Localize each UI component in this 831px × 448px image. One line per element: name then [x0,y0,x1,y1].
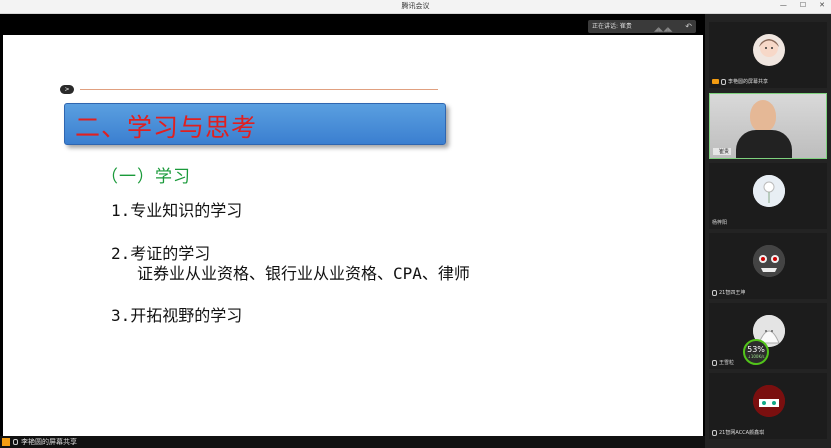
screen-share-icon [712,79,719,84]
mic-icon [712,289,717,296]
slide-item-1: 1.专业知识的学习 [111,201,243,220]
slide-bullet-icon: > [60,85,74,94]
participant-name: 崔贵 [713,148,732,155]
window-controls: — ☐ ✕ [780,1,825,9]
participant-name: 杨梓阳 [712,220,728,226]
slide-subtitle: （一）学习 [101,167,191,187]
avatar [753,175,785,207]
close-button[interactable]: ✕ [819,1,825,9]
slide-item-2-detail: 证券业从业资格、银行业从业资格、CPA、律师 [137,264,470,283]
screen-share-status[interactable]: 李艳圆的屏幕共享 [2,437,77,447]
mic-icon [721,78,726,85]
avatar [753,245,785,277]
window-title: 腾讯会议 [401,2,430,10]
participant-name: 21智网ACCA颜鑫琪 [712,429,764,436]
shared-screen-stage: 正在讲话: 崔贵 ◢◣◢◣ ↶ > 二、学习与思考 （一）学习 1.专业知识的学… [0,14,705,436]
participant-name: 王雪粒 [712,359,734,366]
bottom-bar: 李艳圆的屏幕共享 [0,436,705,448]
participant-tile[interactable]: 21智四王坤 [709,233,827,299]
slide-divider [80,89,438,90]
avatar [753,385,785,417]
participant-tile[interactable]: 李艳圆的屏幕共享 [709,22,827,88]
mic-icon [712,429,717,436]
video-person [750,100,776,132]
speaking-label: 正在讲话: 崔贵 [592,23,632,30]
back-icon[interactable]: ↶ [685,20,692,33]
participant-name: 李艳圆的屏幕共享 [712,78,768,85]
title-bar: 腾讯会议 — ☐ ✕ [0,0,831,14]
participants-sidebar: 李艳圆的屏幕共享 崔贵 杨梓阳 21智四王坤 53% ↓100K/s 王雪粒 2… [705,14,831,448]
participant-tile[interactable]: 21智网ACCA颜鑫琪 [709,373,827,439]
slide-heading: 二、学习与思考 [75,113,258,142]
avatar [753,34,785,66]
screen-share-icon [2,438,10,446]
participant-tile[interactable]: 杨梓阳 [709,163,827,229]
network-speed-badge: 53% ↓100K/s [743,339,769,365]
presentation-slide: > 二、学习与思考 （一）学习 1.专业知识的学习 2.考证的学习 证券业从业资… [3,35,703,436]
maximize-button[interactable]: ☐ [800,1,806,9]
participant-tile[interactable]: 53% ↓100K/s 王雪粒 [709,303,827,369]
slide-item-3: 3.开拓视野的学习 [111,306,243,325]
mic-icon [13,439,18,445]
participant-video[interactable]: 崔贵 [709,93,827,159]
mic-icon [712,359,717,366]
slide-heading-box: 二、学习与思考 [64,103,446,145]
speaking-indicator: 正在讲话: 崔贵 ◢◣◢◣ ↶ [588,20,696,33]
minimize-button[interactable]: — [780,1,787,9]
participant-name: 21智四王坤 [712,289,745,296]
